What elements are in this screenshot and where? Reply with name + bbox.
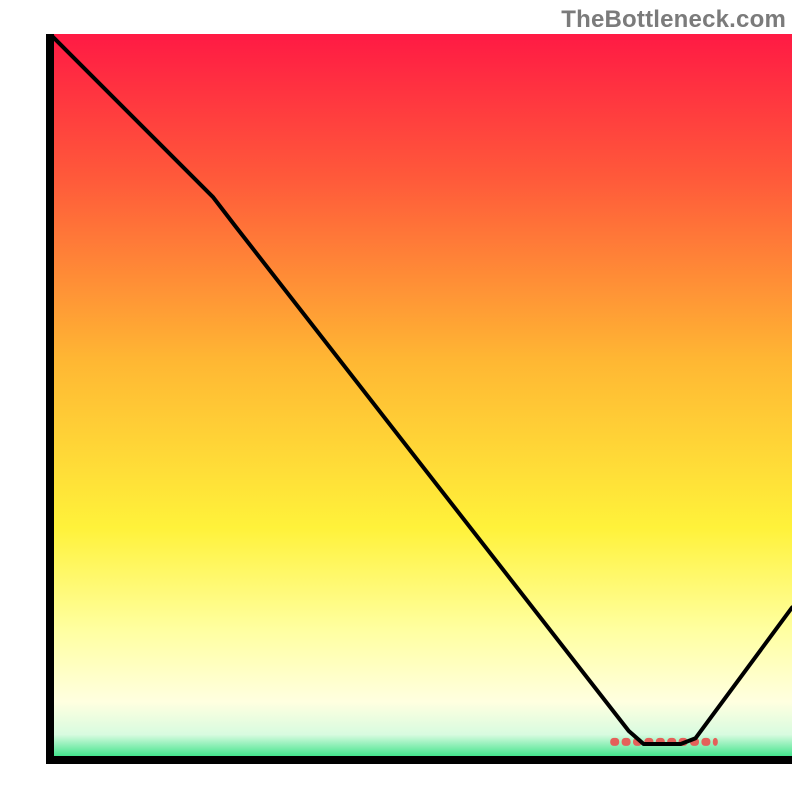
- watermark-text: TheBottleneck.com: [561, 6, 786, 34]
- chart-frame: TheBottleneck.com: [0, 0, 800, 800]
- plot-area: [50, 34, 792, 760]
- bottleneck-chart: [0, 0, 800, 800]
